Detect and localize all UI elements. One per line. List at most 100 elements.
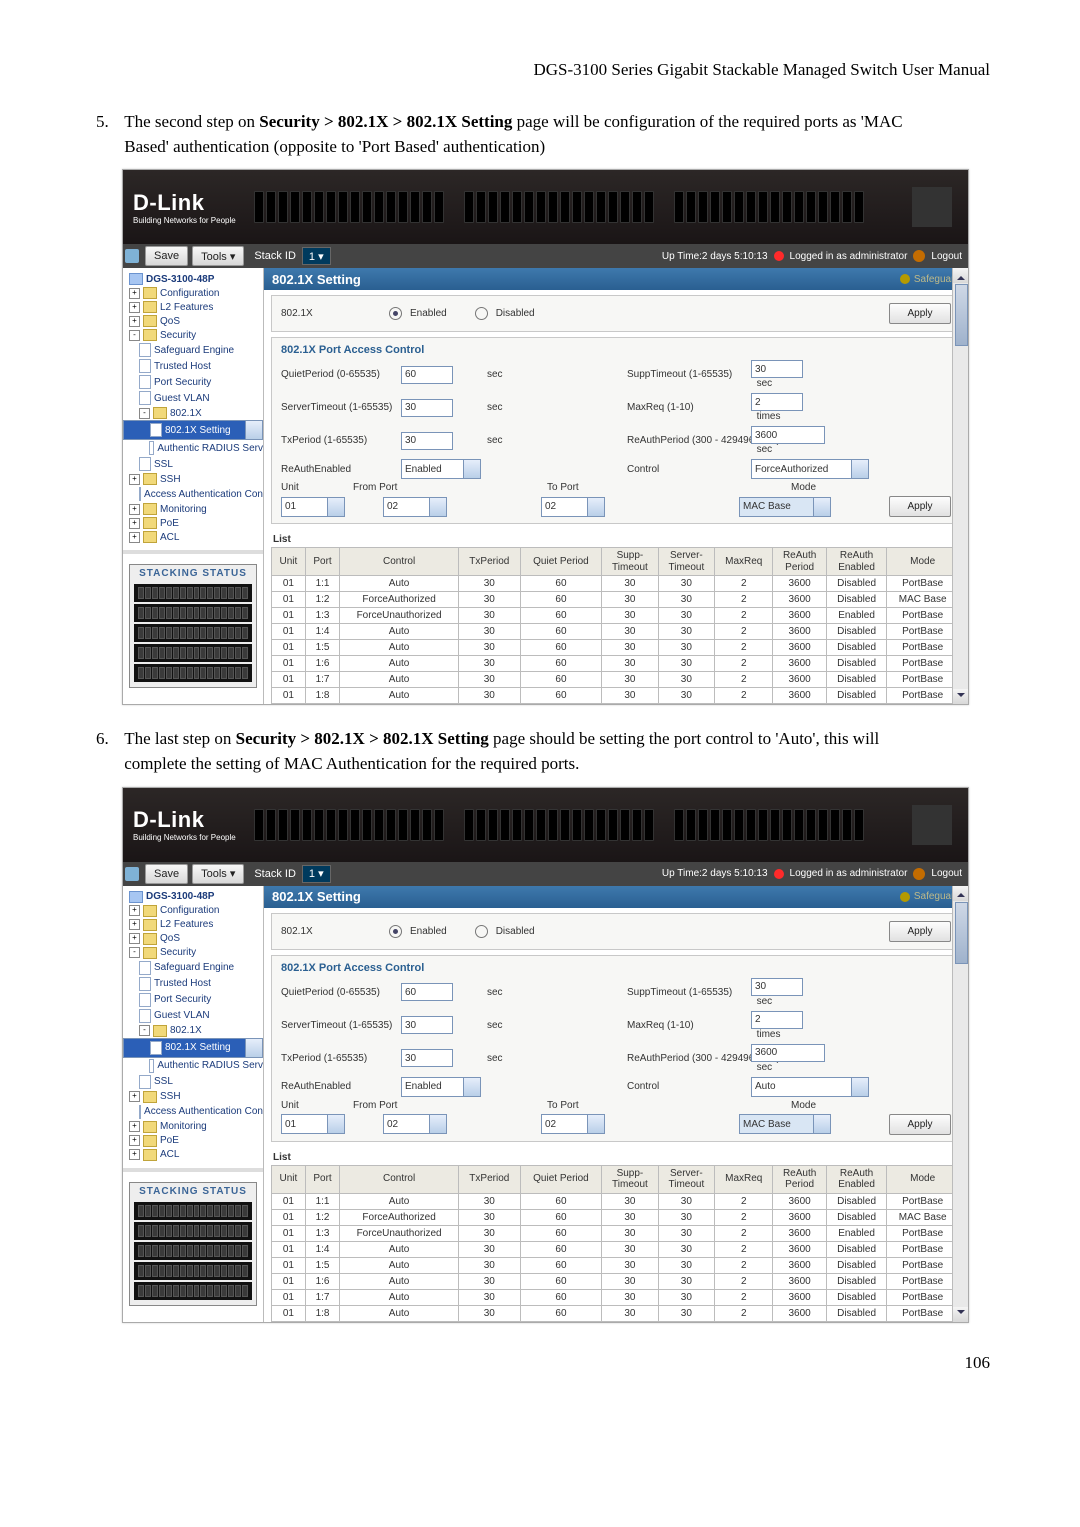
radio-enabled[interactable] [389,307,402,320]
table-row[interactable]: 011:2ForceAuthorized3060303023600Disable… [272,1209,959,1225]
table-row[interactable]: 011:6Auto3060303023600DisabledPortBase [272,656,959,672]
tree-item[interactable]: +SSH [123,1090,263,1104]
save-button[interactable]: Save [145,246,188,266]
table-row[interactable]: 011:2ForceAuthorized3060303023600Disable… [272,592,959,608]
from-port-select[interactable]: 02 [383,497,447,517]
radio-enabled[interactable] [389,925,402,938]
tree-root[interactable]: DGS-3100-48P [123,890,263,904]
apply-button-2[interactable]: Apply [889,1114,951,1135]
tree-item[interactable]: -Security [123,328,263,342]
expand-icon[interactable]: + [129,474,140,485]
mode-select[interactable]: MAC Base [739,1114,831,1134]
reauth-period-input[interactable]: 3600 [751,426,825,444]
expand-icon[interactable]: + [129,316,140,327]
table-row[interactable]: 011:4Auto3060303023600DisabledPortBase [272,624,959,640]
tree-root[interactable]: DGS-3100-48P [123,272,263,286]
server-timeout-input[interactable]: 30 [401,1016,453,1034]
tools-button[interactable]: Tools ▾ [192,246,244,266]
tree-item[interactable]: Safeguard Engine [123,342,263,358]
maxreq-input[interactable]: 2 [751,393,803,411]
table-row[interactable]: 011:4Auto3060303023600DisabledPortBase [272,1241,959,1257]
table-row[interactable]: 011:5Auto3060303023600DisabledPortBase [272,640,959,656]
tree-item[interactable]: +ACL [123,530,263,544]
scroll-up-icon[interactable] [953,886,968,901]
table-row[interactable]: 011:5Auto3060303023600DisabledPortBase [272,1257,959,1273]
tree-item[interactable]: +L2 Features [123,300,263,314]
tree-item[interactable]: 802.1X Setting [123,420,263,440]
table-row[interactable]: 011:1Auto3060303023600DisabledPortBase [272,1193,959,1209]
tools-button[interactable]: Tools ▾ [192,864,244,884]
tree-item[interactable]: SSL [123,1074,263,1090]
tree-item[interactable]: +L2 Features [123,918,263,932]
apply-button-1[interactable]: Apply [889,303,951,324]
apply-button-2[interactable]: Apply [889,496,951,517]
tree-item[interactable]: -802.1X [123,406,263,420]
tree-item[interactable]: 802.1X Setting [123,1038,263,1058]
table-row[interactable]: 011:3ForceUnauthorized3060303023600Enabl… [272,608,959,624]
save-button[interactable]: Save [145,864,188,884]
tree-item[interactable]: +PoE [123,1134,263,1148]
tree-item[interactable]: +Monitoring [123,502,263,516]
maxreq-input[interactable]: 2 [751,1011,803,1029]
scrollbar[interactable] [952,268,968,704]
tree-item[interactable]: Guest VLAN [123,1008,263,1024]
expand-icon[interactable]: - [139,408,150,419]
tree-item[interactable]: +QoS [123,932,263,946]
expand-icon[interactable]: - [139,1025,150,1036]
control-select[interactable]: ForceAuthorized [751,459,869,479]
tree-item[interactable]: Access Authentication Con [123,1104,263,1120]
table-row[interactable]: 011:6Auto3060303023600DisabledPortBase [272,1273,959,1289]
expand-icon[interactable]: - [129,947,140,958]
logout-icon[interactable] [913,868,925,880]
reauth-enabled-select[interactable]: Enabled [401,1077,481,1097]
tree-item[interactable]: -802.1X [123,1024,263,1038]
tree-item[interactable]: +PoE [123,516,263,530]
scroll-up-icon[interactable] [953,268,968,283]
reauth-period-input[interactable]: 3600 [751,1044,825,1062]
expand-icon[interactable]: + [129,1121,140,1132]
expand-icon[interactable]: + [129,504,140,515]
scroll-down-icon[interactable] [953,1307,968,1322]
table-row[interactable]: 011:8Auto3060303023600DisabledPortBase [272,1305,959,1321]
expand-icon[interactable]: + [129,1135,140,1146]
scrollbar[interactable] [952,886,968,1322]
tree-item[interactable]: Guest VLAN [123,390,263,406]
logout-link[interactable]: Logout [931,251,962,262]
tree-item[interactable]: +QoS [123,314,263,328]
tree-item[interactable]: SSL [123,456,263,472]
stackid-select[interactable]: 1 ▾ [302,865,331,883]
table-row[interactable]: 011:7Auto3060303023600DisabledPortBase [272,1289,959,1305]
to-port-select[interactable]: 02 [541,497,605,517]
tree-item[interactable]: +SSH [123,472,263,486]
logout-icon[interactable] [913,250,925,262]
tree-item[interactable]: +Monitoring [123,1120,263,1134]
save-icon[interactable] [125,249,139,263]
table-row[interactable]: 011:7Auto3060303023600DisabledPortBase [272,672,959,688]
table-row[interactable]: 011:8Auto3060303023600DisabledPortBase [272,688,959,704]
mode-select[interactable]: MAC Base [739,497,831,517]
expand-icon[interactable]: + [129,919,140,930]
supp-timeout-input[interactable]: 30 [751,360,803,378]
tree-item[interactable]: Authentic RADIUS Serv [123,1058,263,1074]
expand-icon[interactable]: + [129,933,140,944]
tx-period-input[interactable]: 30 [401,432,453,450]
tree-item[interactable]: +Configuration [123,904,263,918]
unit-select[interactable]: 01 [281,497,345,517]
tree-item[interactable]: +ACL [123,1148,263,1162]
reauth-enabled-select[interactable]: Enabled [401,459,481,479]
tree-item[interactable]: Trusted Host [123,358,263,374]
tree-item[interactable]: +Configuration [123,286,263,300]
expand-icon[interactable]: + [129,532,140,543]
quiet-period-input[interactable]: 60 [401,366,453,384]
expand-icon[interactable]: + [129,1091,140,1102]
tree-item[interactable]: Safeguard Engine [123,960,263,976]
tree-item[interactable]: Authentic RADIUS Serv [123,440,263,456]
table-row[interactable]: 011:3ForceUnauthorized3060303023600Enabl… [272,1225,959,1241]
control-select[interactable]: Auto [751,1077,869,1097]
tree-item[interactable]: Port Security [123,992,263,1008]
tree-item[interactable]: -Security [123,946,263,960]
expand-icon[interactable]: + [129,288,140,299]
stackid-select[interactable]: 1 ▾ [302,247,331,265]
tree-item[interactable]: Port Security [123,374,263,390]
logout-link[interactable]: Logout [931,868,962,879]
